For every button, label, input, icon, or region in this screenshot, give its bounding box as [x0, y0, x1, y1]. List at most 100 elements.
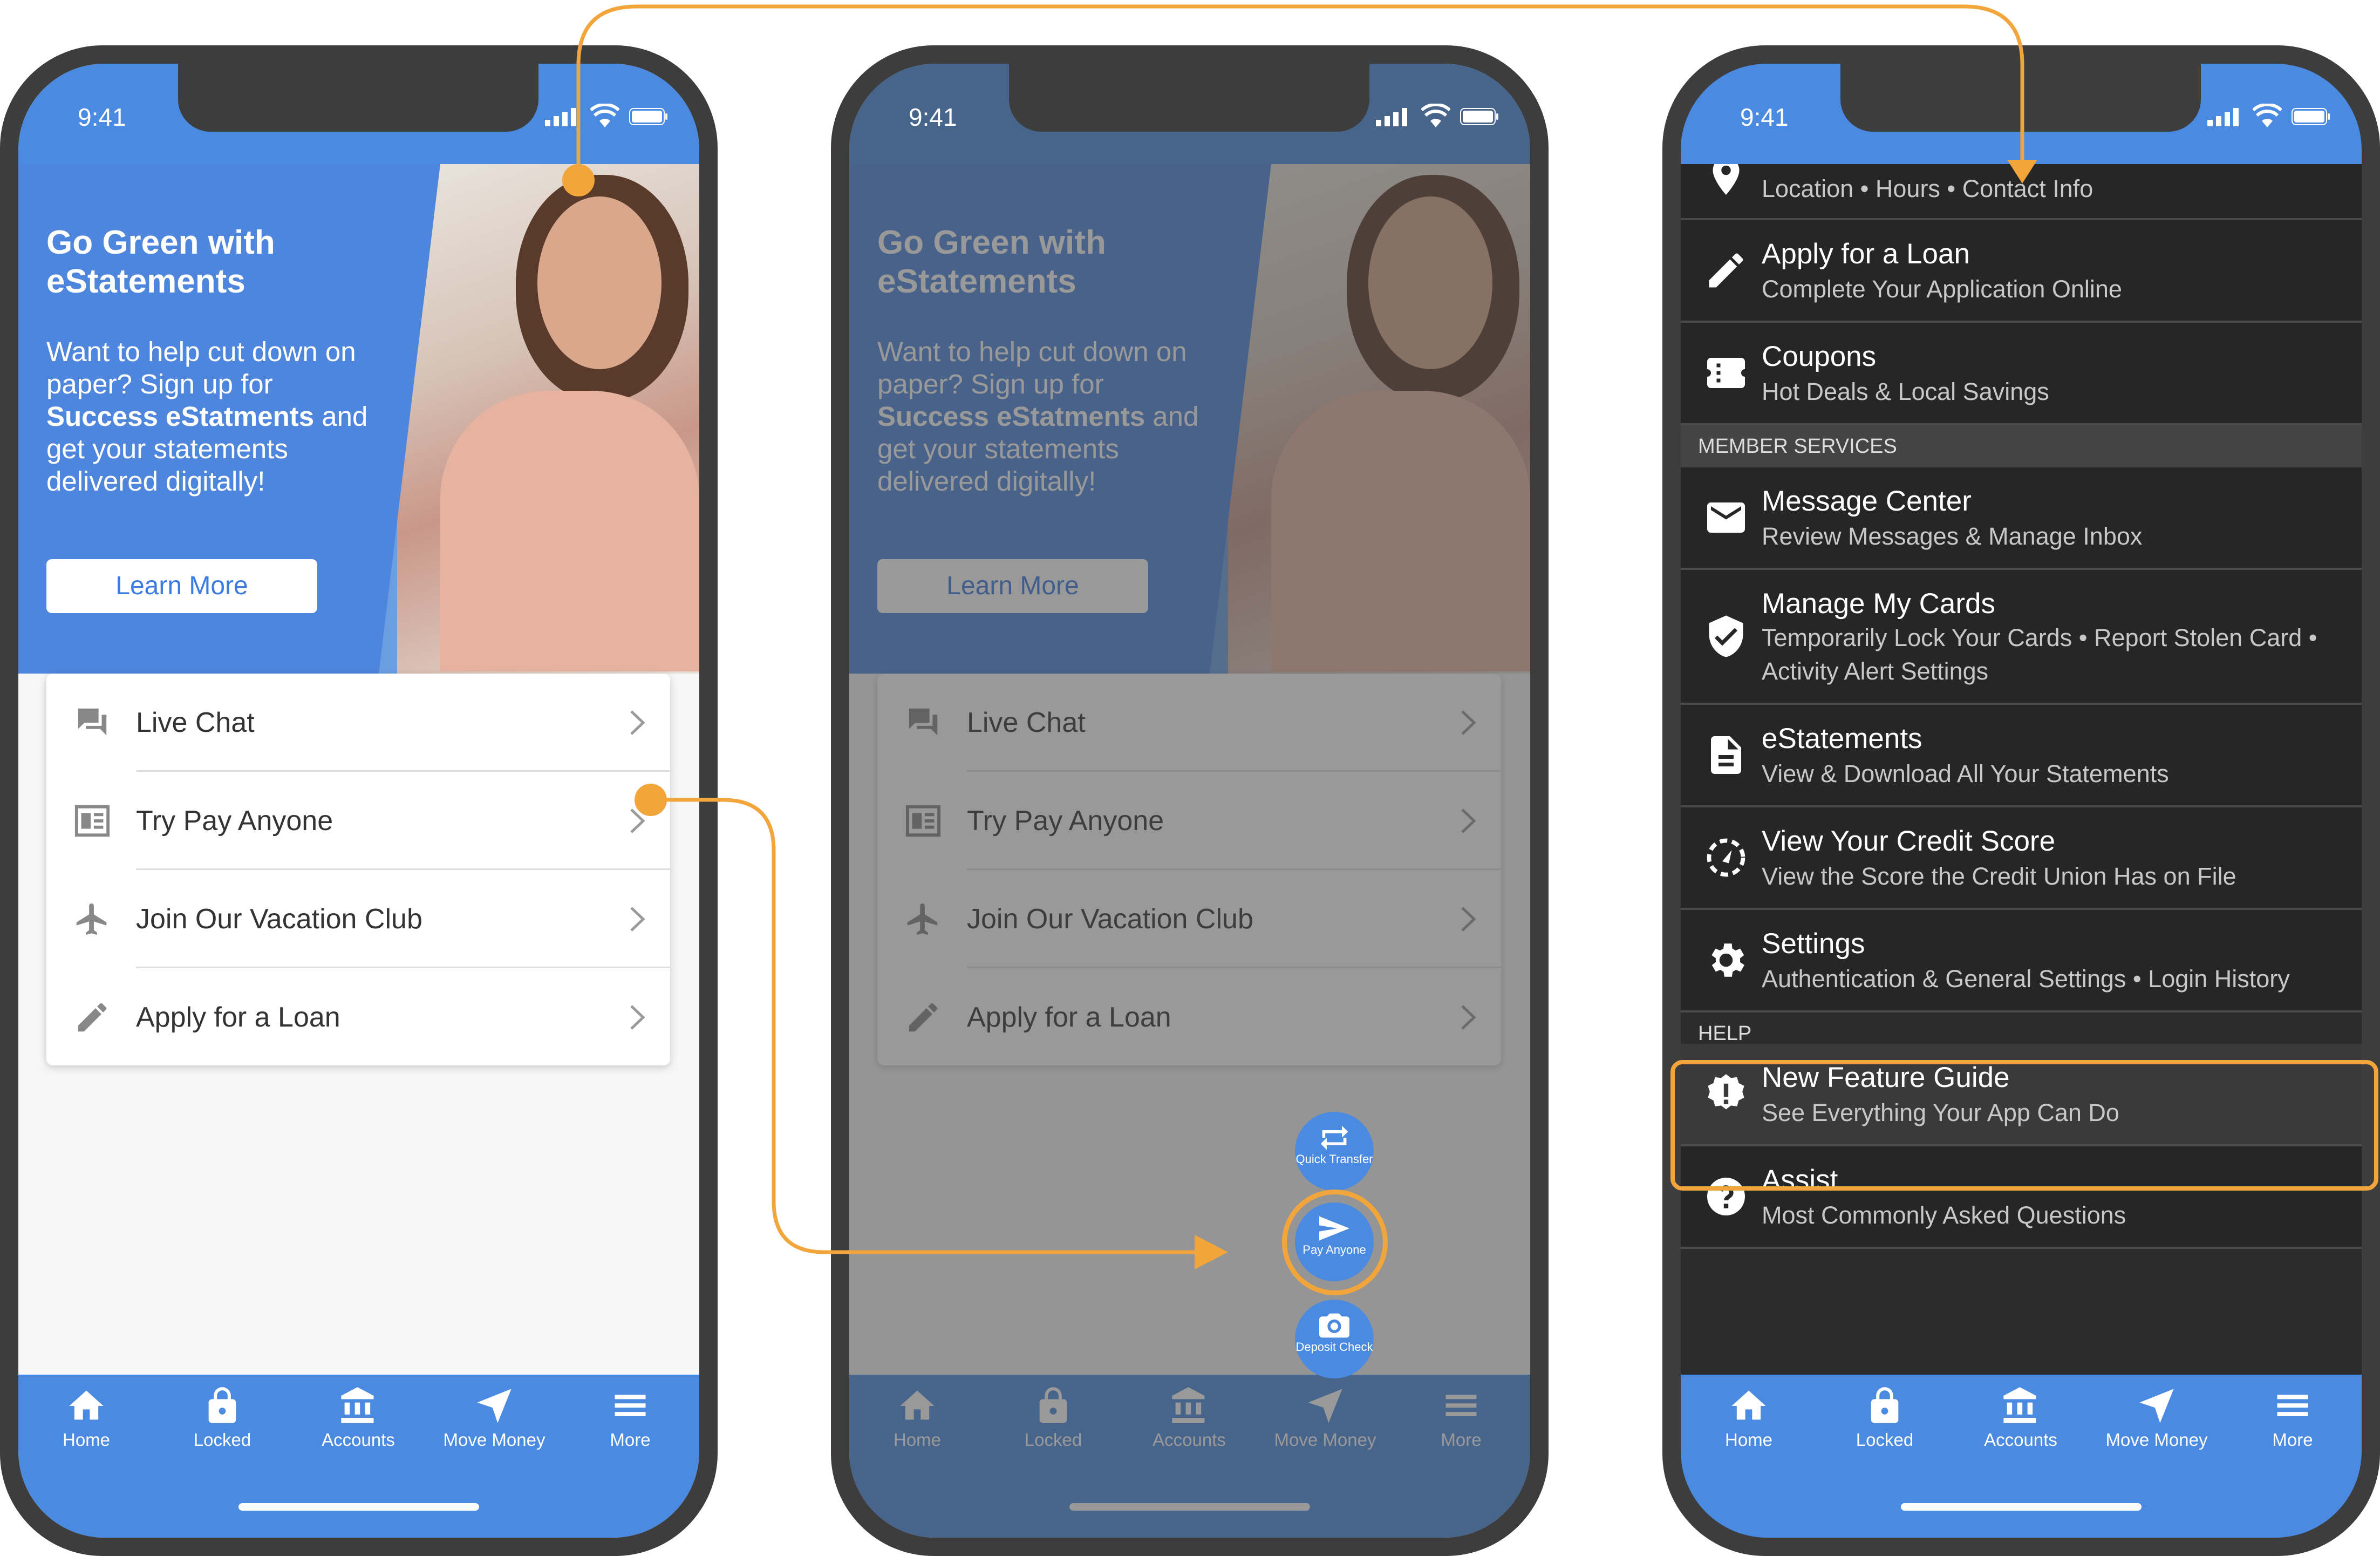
menu-icon [2277, 1395, 2308, 1416]
tab-accounts[interactable]: Accounts [1953, 1385, 2089, 1450]
pencil-icon [1709, 253, 1743, 288]
menu-item-subtitle: Authentication & General Settings • Logi… [1762, 965, 2290, 993]
promo-photo [397, 164, 699, 674]
tab-move-money[interactable]: Move Money [2089, 1385, 2225, 1450]
signal-icon [2207, 108, 2239, 126]
tab-label: More [610, 1430, 651, 1450]
chat-icon [78, 708, 107, 736]
tab-label: More [2272, 1430, 2313, 1450]
send-icon [2139, 1389, 2174, 1423]
tab-move-money[interactable]: Move Money [426, 1385, 562, 1450]
tab-label: Move Money [443, 1430, 545, 1450]
tab-accounts[interactable]: Accounts [290, 1385, 426, 1450]
tab-more[interactable]: More [2225, 1385, 2361, 1450]
status-time: 9:41 [909, 103, 957, 131]
photo-shirt [440, 391, 699, 671]
menu-item-subtitle: Location • Hours • Contact Info [1762, 175, 2093, 202]
phone-quick-actions: 9:41 Go Green with eStatements Want to h… [831, 45, 1549, 1556]
battery-icon [2292, 108, 2330, 125]
menu-item-subtitle-line2: Activity Alert Settings [1762, 657, 1989, 685]
list-item-try-pay-anyone[interactable]: Try Pay Anyone [46, 772, 670, 870]
tab-locked[interactable]: Locked [154, 1385, 290, 1450]
status-time: 9:41 [78, 103, 126, 131]
menu-item-apply-loan[interactable]: Apply for a Loan Complete Your Applicati… [1681, 220, 2362, 323]
highlight-ring [1282, 1190, 1388, 1295]
tab-more[interactable]: More [562, 1385, 698, 1450]
pay-anyone-icon [74, 805, 110, 837]
tab-bar: Home Locked Accounts Move Money More [18, 1375, 699, 1538]
dim-overlay[interactable] [849, 64, 1530, 1538]
promo-banner: Go Green with eStatements Want to help c… [18, 164, 699, 674]
signal-icon [1376, 108, 1407, 126]
tab-locked[interactable]: Locked [1817, 1385, 1953, 1450]
list-item-label: Apply for a Loan [136, 1002, 340, 1033]
promo-text-pre: Want to help cut down on paper? Sign up … [46, 336, 356, 399]
screen: 9:41 Go Green with eStatements Want to h… [849, 64, 1530, 1538]
tab-label: Home [62, 1430, 111, 1450]
phone-home-screen: 9:41 Go Green with eStatements Want to h… [0, 45, 718, 1556]
list-item-label: Try Pay Anyone [136, 805, 333, 837]
learn-more-button[interactable]: Learn More [46, 559, 317, 613]
gear-icon [1711, 943, 1744, 977]
fab-deposit-check[interactable]: Deposit Check [1295, 1300, 1374, 1378]
menu-item-subtitle: Complete Your Application Online [1762, 275, 2122, 303]
menu-item-title: Apply for a Loan [1762, 238, 1970, 270]
menu-item-subtitle: Review Messages & Manage Inbox [1762, 522, 2143, 550]
menu-item-title: Message Center [1762, 485, 1972, 517]
menu-item-locations[interactable]: Location • Hours • Contact Info [1681, 157, 2362, 220]
menu-item-coupons[interactable]: Coupons Hot Deals & Local Savings [1681, 323, 2362, 425]
home-icon [1731, 1390, 1766, 1420]
menu-item-credit-score[interactable]: View Your Credit Score View the Score th… [1681, 807, 2362, 910]
tab-label: Home [1724, 1430, 1773, 1450]
tab-home[interactable]: Home [18, 1385, 154, 1450]
pencil-icon [78, 1003, 107, 1032]
tab-home[interactable]: Home [1681, 1385, 1817, 1450]
gauge-icon [1707, 838, 1745, 877]
fab-label: Deposit Check [1295, 1340, 1373, 1354]
list-item-apply-loan[interactable]: Apply for a Loan [46, 968, 670, 1066]
wifi-icon [1421, 104, 1450, 127]
tab-label: Locked [1856, 1430, 1914, 1450]
menu-icon [615, 1395, 646, 1416]
wifi-icon [2253, 104, 2282, 127]
home-indicator [238, 1503, 479, 1511]
screen: 9:41 Location • Hours • Contact Info App… [1681, 64, 2362, 1538]
tab-label: Locked [193, 1430, 251, 1450]
menu-item-subtitle: View & Download All Your Statements [1762, 760, 2169, 787]
list-item-live-chat[interactable]: Live Chat [46, 674, 670, 772]
quick-links-card: Live Chat Try Pay Anyone Join Our Vacati… [46, 674, 670, 1065]
shield-check-icon [1709, 615, 1743, 657]
photo-face [537, 196, 662, 369]
menu-item-message-center[interactable]: Message Center Review Messages & Manage … [1681, 467, 2362, 570]
notch [1009, 64, 1369, 132]
ticket-icon [1707, 358, 1745, 388]
section-header-help: HELP [1681, 1013, 2362, 1045]
list-item-label: Join Our Vacation Club [136, 903, 422, 935]
chevron-right-icon [630, 907, 645, 932]
menu-item-settings[interactable]: Settings Authentication & General Settin… [1681, 910, 2362, 1013]
list-item-vacation-club[interactable]: Join Our Vacation Club [46, 870, 670, 968]
lock-icon [208, 1387, 236, 1423]
menu-item-subtitle: Most Commonly Asked Questions [1762, 1201, 2126, 1229]
fab-label: Quick Transfer [1295, 1152, 1373, 1166]
tab-label: Move Money [2105, 1430, 2208, 1450]
list-item-label: Live Chat [136, 707, 255, 738]
notch [1840, 64, 2201, 132]
screen: 9:41 Go Green with eStatements Want to h… [18, 64, 699, 1538]
status-time: 9:41 [1740, 103, 1789, 131]
bank-icon [341, 1387, 374, 1423]
menu-item-subtitle: Hot Deals & Local Savings [1762, 378, 2049, 405]
menu-item-title: Coupons [1762, 341, 1877, 372]
menu-item-manage-cards[interactable]: Manage My Cards Temporarily Lock Your Ca… [1681, 570, 2362, 705]
camera-icon [1319, 1313, 1349, 1338]
highlight-box-new-feature-guide [1670, 1060, 2378, 1191]
document-icon [1711, 736, 1741, 774]
section-header-member-services: MEMBER SERVICES [1681, 425, 2362, 467]
menu-item-estatements[interactable]: eStatements View & Download All Your Sta… [1681, 705, 2362, 807]
fab-quick-transfer[interactable]: Quick Transfer [1295, 1112, 1374, 1191]
chevron-right-icon [630, 1005, 645, 1030]
wifi-icon [590, 104, 619, 127]
chevron-right-icon [630, 710, 645, 735]
menu-item-title: Manage My Cards [1762, 588, 1996, 620]
lock-icon [1871, 1387, 1899, 1423]
